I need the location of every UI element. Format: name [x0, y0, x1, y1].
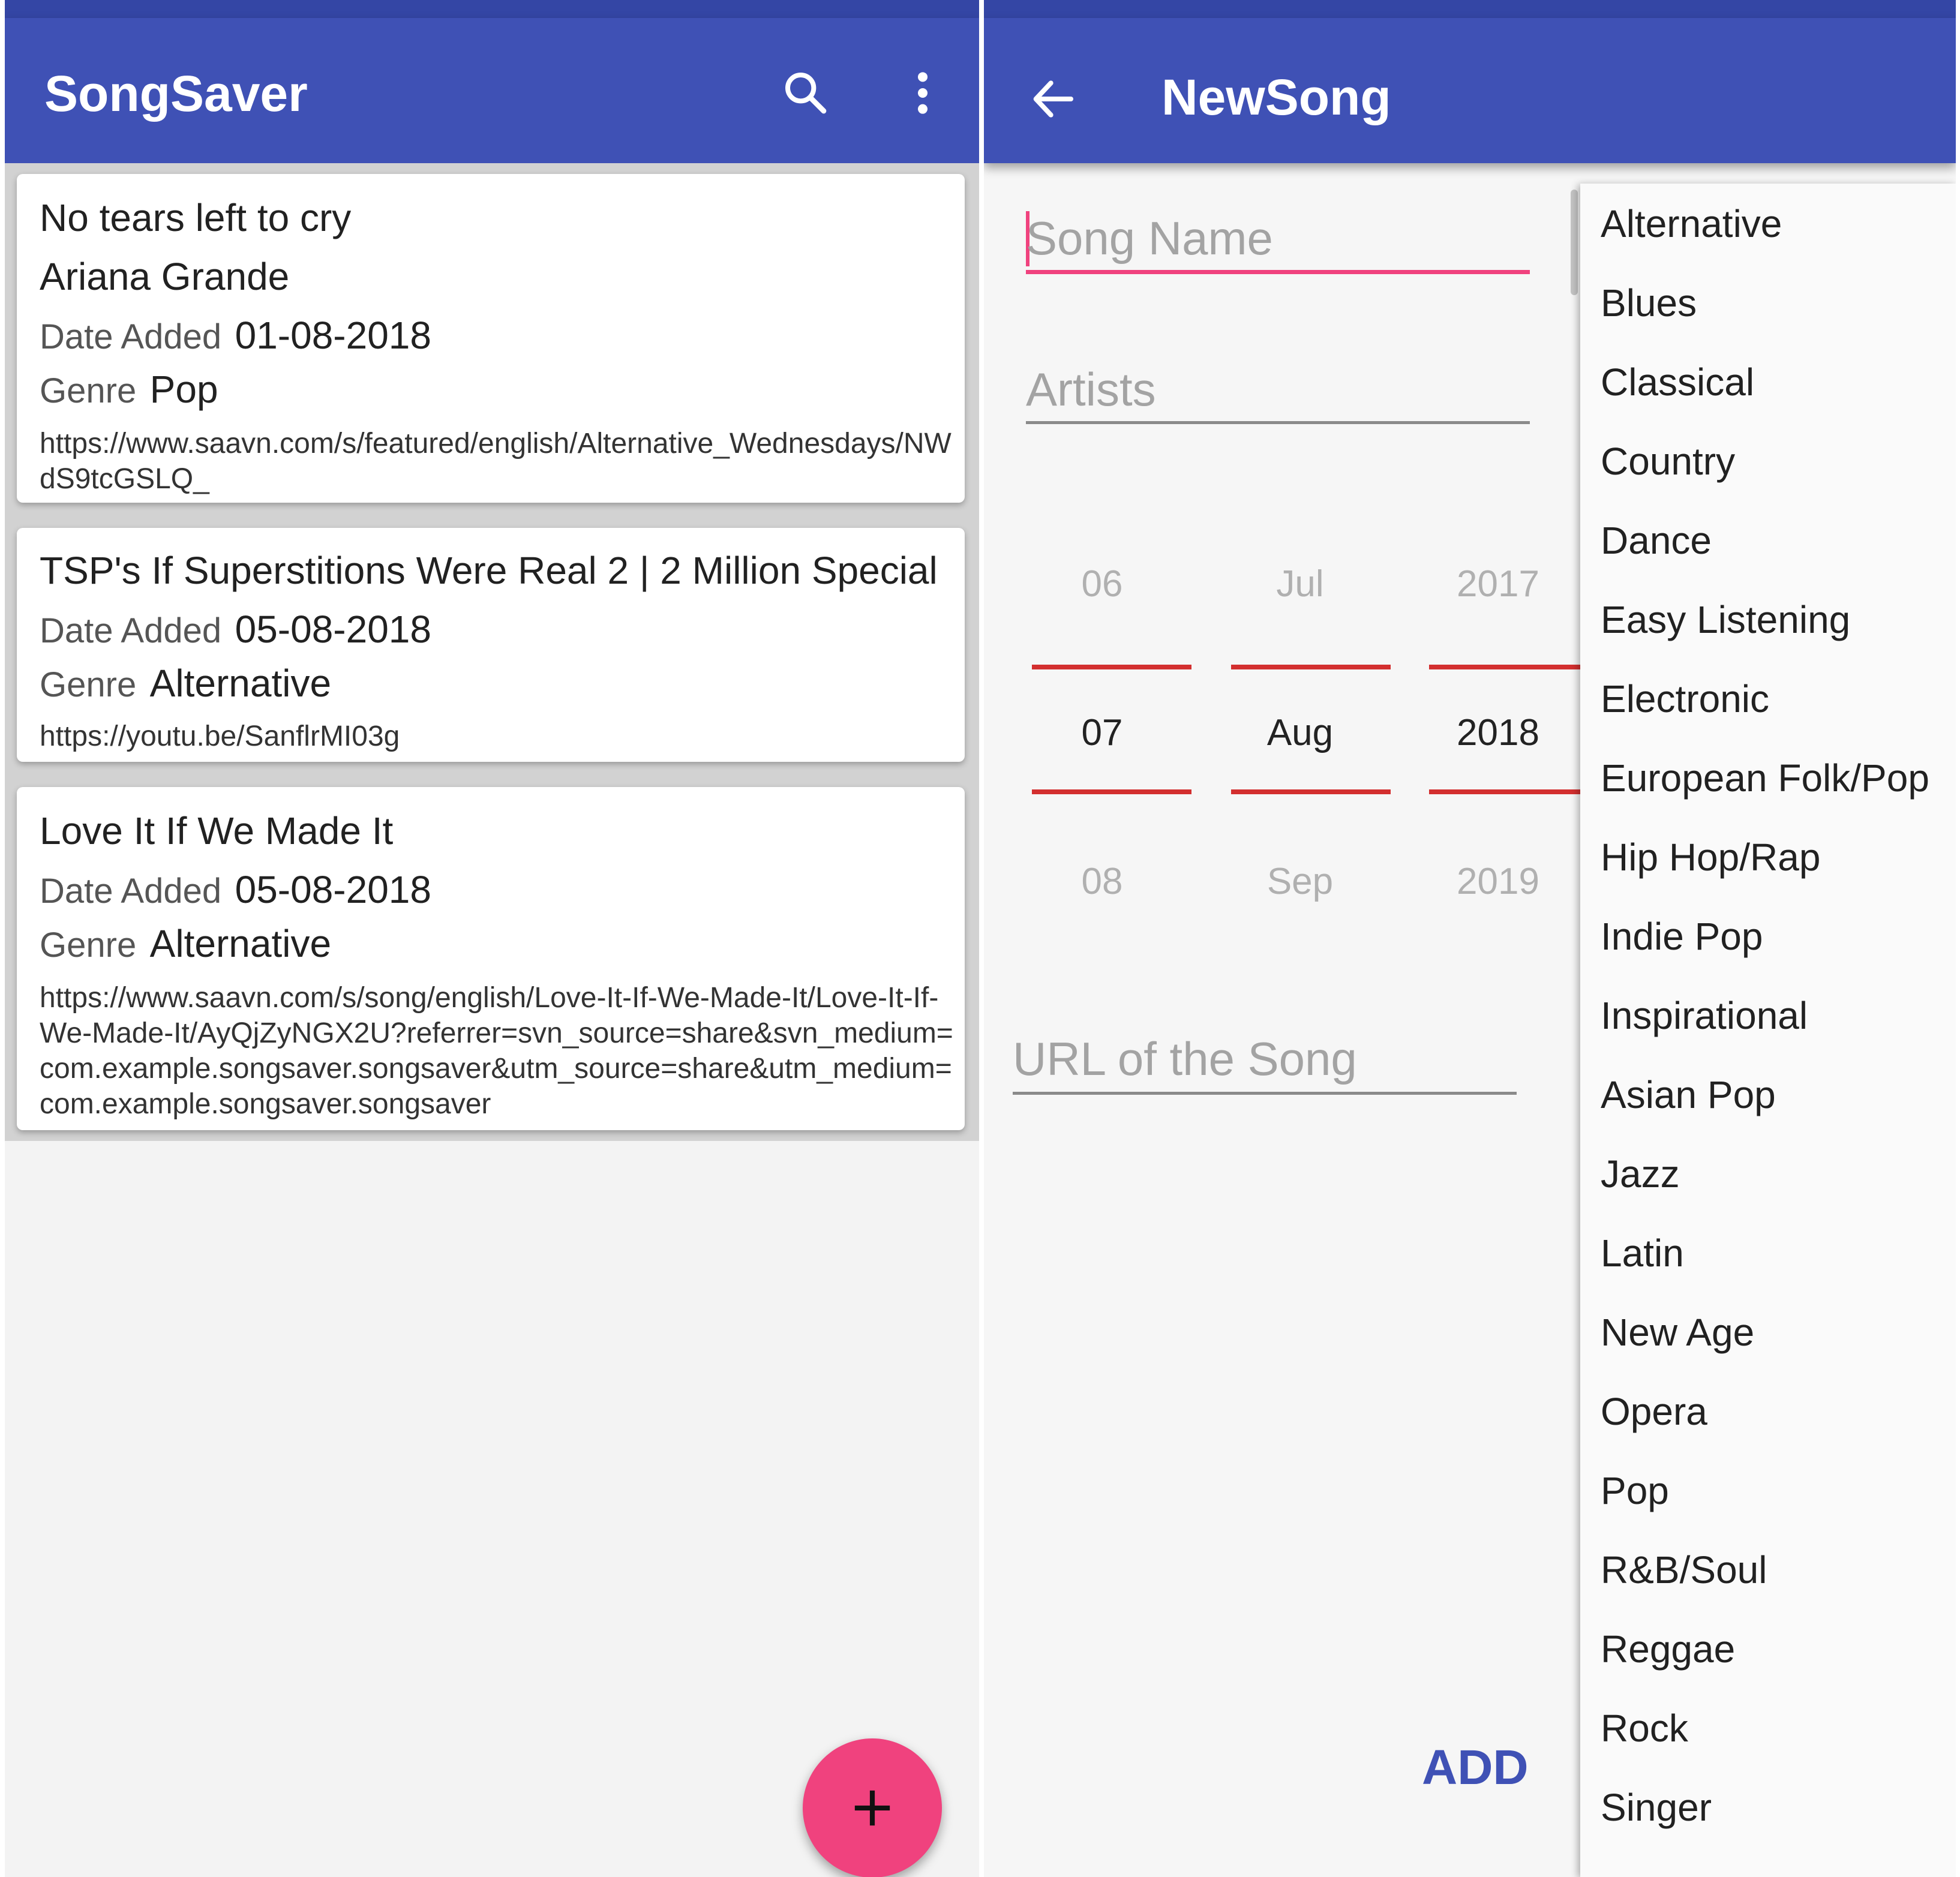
url-input[interactable]: URL of the Song — [1013, 1032, 1357, 1086]
song-card[interactable]: TSP's If Superstitions Were Real 2 | 2 M… — [17, 528, 965, 762]
song-card[interactable]: No tears left to cry Ariana Grande Date … — [17, 174, 965, 503]
search-icon[interactable] — [773, 60, 839, 126]
genre-option[interactable]: Jazz — [1601, 1152, 1680, 1196]
date-row: Date Added 05-08-2018 — [40, 607, 431, 651]
genre-option[interactable]: Hip Hop/Rap — [1601, 835, 1820, 879]
artists-input[interactable]: Artists — [1026, 362, 1156, 417]
year-selected[interactable]: 2018 — [1417, 711, 1579, 754]
day-selected[interactable]: 07 — [1021, 711, 1183, 754]
url-underline — [1013, 1092, 1517, 1095]
add-icon — [854, 1790, 890, 1826]
genre-option[interactable]: Reggae — [1601, 1627, 1735, 1671]
genre-option[interactable]: R&B/Soul — [1601, 1548, 1767, 1592]
song-artist: Ariana Grande — [40, 255, 290, 298]
year-next[interactable]: 2019 — [1417, 860, 1579, 903]
song-title: No tears left to cry — [40, 196, 352, 239]
genre-label: Genre — [40, 665, 137, 704]
screen-divider — [979, 0, 984, 1877]
genre-option[interactable]: Electronic — [1601, 677, 1769, 721]
date-label: Date Added — [40, 611, 222, 650]
more-vert-icon[interactable] — [893, 60, 953, 126]
genre-value: Pop — [149, 368, 218, 411]
genre-option[interactable]: Dance — [1601, 518, 1712, 563]
genre-option[interactable]: New Age — [1601, 1310, 1754, 1355]
date-value: 05-08-2018 — [235, 868, 431, 911]
genre-option[interactable]: Opera — [1601, 1389, 1707, 1434]
app-title: SongSaver — [44, 65, 308, 122]
add-button[interactable]: ADD — [1422, 1740, 1529, 1796]
month-selected[interactable]: Aug — [1219, 711, 1381, 754]
genre-option[interactable]: European Folk/Pop — [1601, 756, 1929, 800]
picker-divider — [1032, 789, 1191, 794]
picker-divider — [1429, 789, 1589, 794]
song-title: TSP's If Superstitions Were Real 2 | 2 M… — [40, 549, 938, 592]
song-url[interactable]: https://youtu.be/SanflrMI03g — [40, 719, 964, 754]
genre-option[interactable]: Blues — [1601, 281, 1697, 325]
artists-underline — [1026, 421, 1530, 424]
genre-option[interactable]: Classical — [1601, 360, 1754, 404]
genre-label: Genre — [40, 371, 137, 410]
screen-title: NewSong — [1161, 69, 1391, 125]
genre-row: Genre Alternative — [40, 921, 331, 966]
song-name-input[interactable]: Song Name — [1026, 211, 1273, 266]
song-url[interactable]: https://www.saavn.com/s/featured/english… — [40, 426, 964, 497]
song-card[interactable]: Love It If We Made It Date Added 05-08-2… — [17, 787, 965, 1130]
genre-option[interactable]: Latin — [1601, 1231, 1684, 1275]
genre-option[interactable]: Singer — [1601, 1785, 1712, 1830]
genre-option[interactable]: Rock — [1601, 1706, 1688, 1750]
song-list-screen: SongSaver No tears left to cry Ariana Gr… — [5, 0, 979, 1877]
status-bar — [5, 0, 979, 18]
day-next[interactable]: 08 — [1021, 860, 1183, 903]
date-row: Date Added 01-08-2018 — [40, 313, 431, 358]
genre-option[interactable]: Asian Pop — [1601, 1073, 1776, 1117]
date-value: 01-08-2018 — [235, 314, 431, 357]
genre-option[interactable]: Easy Listening — [1601, 597, 1850, 642]
genre-option[interactable]: Country — [1601, 439, 1735, 483]
arrow-back-icon[interactable] — [1020, 66, 1086, 132]
status-bar — [984, 0, 1956, 18]
genre-option[interactable]: Inspirational — [1601, 993, 1808, 1038]
date-row: Date Added 05-08-2018 — [40, 867, 431, 912]
genre-option[interactable]: Pop — [1601, 1468, 1669, 1513]
picker-divider — [1231, 789, 1391, 794]
app-bar: NewSong — [984, 18, 1956, 163]
song-title: Love It If We Made It — [40, 809, 394, 852]
year-prev[interactable]: 2017 — [1417, 563, 1579, 605]
song-list: No tears left to cry Ariana Grande Date … — [5, 163, 979, 1141]
genre-option[interactable]: Alternative — [1601, 202, 1782, 246]
genre-option[interactable]: Indie Pop — [1601, 914, 1763, 959]
month-next[interactable]: Sep — [1219, 860, 1381, 903]
song-url[interactable]: https://www.saavn.com/s/song/english/Lov… — [40, 980, 964, 1122]
date-value: 05-08-2018 — [235, 608, 431, 651]
app-bar: SongSaver — [5, 18, 979, 163]
song-name-underline — [1026, 270, 1530, 274]
month-prev[interactable]: Jul — [1219, 563, 1381, 605]
genre-value: Alternative — [149, 922, 332, 965]
picker-divider — [1231, 665, 1391, 669]
genre-dropdown: Alternative Blues Classical Country Danc… — [1580, 184, 1956, 1877]
genre-value: Alternative — [149, 662, 332, 705]
date-label: Date Added — [40, 872, 222, 911]
scrollbar[interactable] — [1571, 190, 1578, 295]
genre-row: Genre Pop — [40, 367, 218, 412]
new-song-screen: NewSong Song Name Artists 06 Jul 2017 07… — [984, 0, 1956, 1877]
genre-label: Genre — [40, 926, 137, 965]
genre-row: Genre Alternative — [40, 661, 331, 705]
picker-divider — [1429, 665, 1589, 669]
picker-divider — [1032, 665, 1191, 669]
date-label: Date Added — [40, 317, 222, 356]
day-prev[interactable]: 06 — [1021, 563, 1183, 605]
add-song-fab[interactable] — [803, 1738, 942, 1877]
